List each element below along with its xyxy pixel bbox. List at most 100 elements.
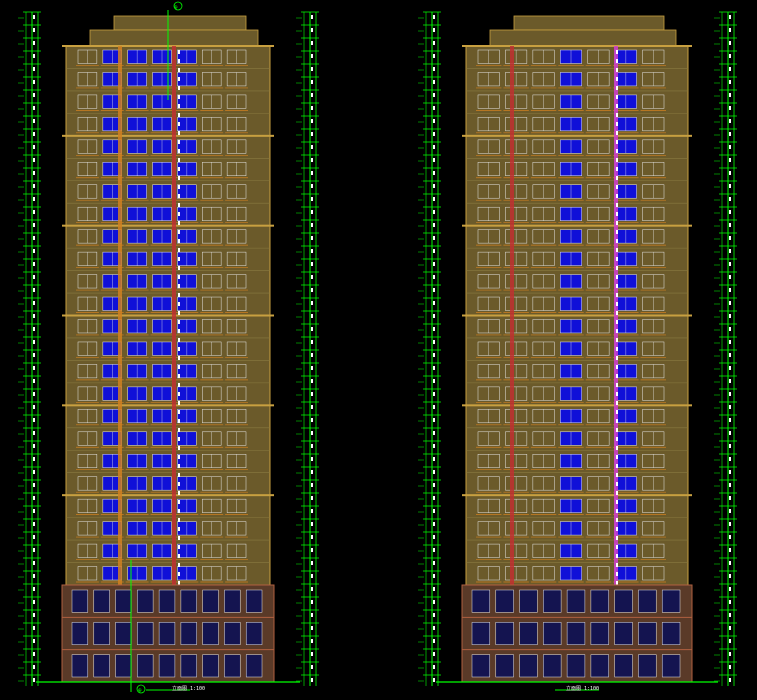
stair-marker (616, 203, 618, 207)
elevation-mark (729, 444, 731, 448)
elevation-mark (729, 327, 731, 331)
storefront-window (71, 622, 89, 645)
elevation-mark (33, 80, 35, 84)
elevation-mark (729, 483, 731, 487)
storefront-window (202, 589, 219, 613)
elevation-mark (729, 223, 731, 227)
elevation-mark (33, 288, 35, 292)
elevation-mark (311, 366, 313, 370)
vertical-accent-column (614, 46, 618, 585)
elevation-mark (311, 288, 313, 292)
elevation-mark (33, 587, 35, 591)
elevation-mark (433, 444, 435, 448)
elevation-mark (311, 236, 313, 240)
elevation-mark (729, 340, 731, 344)
elevation-mark (433, 145, 435, 149)
stair-marker (616, 572, 618, 576)
stair-marker (616, 410, 618, 414)
stair-marker (178, 347, 180, 351)
elevation-mark (729, 249, 731, 253)
left-elevation (18, 1, 319, 694)
elevation-mark (311, 418, 313, 422)
storefront-window (137, 622, 154, 645)
elevation-mark (433, 639, 435, 643)
vertical-accent-column (118, 46, 122, 585)
stair-marker (616, 320, 618, 324)
stair-marker (616, 266, 618, 270)
elevation-mark (729, 184, 731, 188)
elevation-mark (729, 80, 731, 84)
elevation-mark (33, 210, 35, 214)
stair-marker (178, 374, 180, 378)
elevation-mark (33, 197, 35, 201)
stair-marker (178, 500, 180, 504)
stair-marker (178, 383, 180, 387)
stair-marker (178, 77, 180, 81)
stair-marker (178, 563, 180, 567)
stair-marker (178, 311, 180, 315)
elevation-mark (33, 600, 35, 604)
stair-marker (178, 365, 180, 369)
elevation-mark (729, 366, 731, 370)
elevation-mark (729, 639, 731, 643)
elevation-mark (311, 587, 313, 591)
elevation-mark (433, 392, 435, 396)
elevation-mark (311, 340, 313, 344)
storefront-window (519, 654, 538, 678)
elevation-mark (433, 119, 435, 123)
elevation-mark (729, 405, 731, 409)
storefront-window (495, 589, 514, 613)
stair-marker (616, 365, 618, 369)
elevation-mark (729, 119, 731, 123)
cornice-band (462, 134, 692, 137)
elevation-mark (433, 587, 435, 591)
elevation-mark (729, 301, 731, 305)
elevation-mark (729, 431, 731, 435)
storefront-window (638, 622, 657, 645)
stair-marker (616, 50, 618, 54)
elevation-mark (33, 470, 35, 474)
cornice-band (62, 314, 274, 317)
stair-marker (178, 95, 180, 99)
stair-marker (616, 149, 618, 153)
elevation-mark (433, 327, 435, 331)
elevation-mark (729, 67, 731, 71)
elevation-mark (33, 54, 35, 58)
storefront-window (471, 654, 491, 678)
elevation-mark (33, 444, 35, 448)
elevation-mark (729, 470, 731, 474)
elevation-mark (433, 236, 435, 240)
elevation-mark (311, 483, 313, 487)
elevation-mark (729, 28, 731, 32)
elevation-mark (33, 392, 35, 396)
stair-marker (178, 455, 180, 459)
stair-marker (616, 68, 618, 72)
elevation-mark (33, 379, 35, 383)
elevation-mark (311, 262, 313, 266)
elevation-mark (311, 548, 313, 552)
cornice-band (62, 494, 274, 497)
elevation-mark (729, 275, 731, 279)
elevation-mark (311, 678, 313, 682)
elevation-mark (729, 548, 731, 552)
elevation-mark (433, 379, 435, 383)
elevation-mark (433, 470, 435, 474)
storefront-window (661, 622, 681, 645)
elevation-mark (33, 483, 35, 487)
stair-marker (616, 383, 618, 387)
elevation-mark (433, 509, 435, 513)
elevation-mark (433, 184, 435, 188)
vertical-accent-column (172, 46, 176, 585)
elevation-mark (33, 262, 35, 266)
storefront-window (543, 622, 562, 645)
storefront-window (115, 654, 132, 678)
stair-marker (616, 536, 618, 540)
cornice-band (62, 134, 274, 137)
stair-marker (616, 356, 618, 360)
elevation-mark (311, 132, 313, 136)
stair-marker (178, 302, 180, 306)
elevation-mark (311, 444, 313, 448)
stair-marker (616, 374, 618, 378)
elevation-mark (433, 314, 435, 318)
elevation-mark (433, 613, 435, 617)
